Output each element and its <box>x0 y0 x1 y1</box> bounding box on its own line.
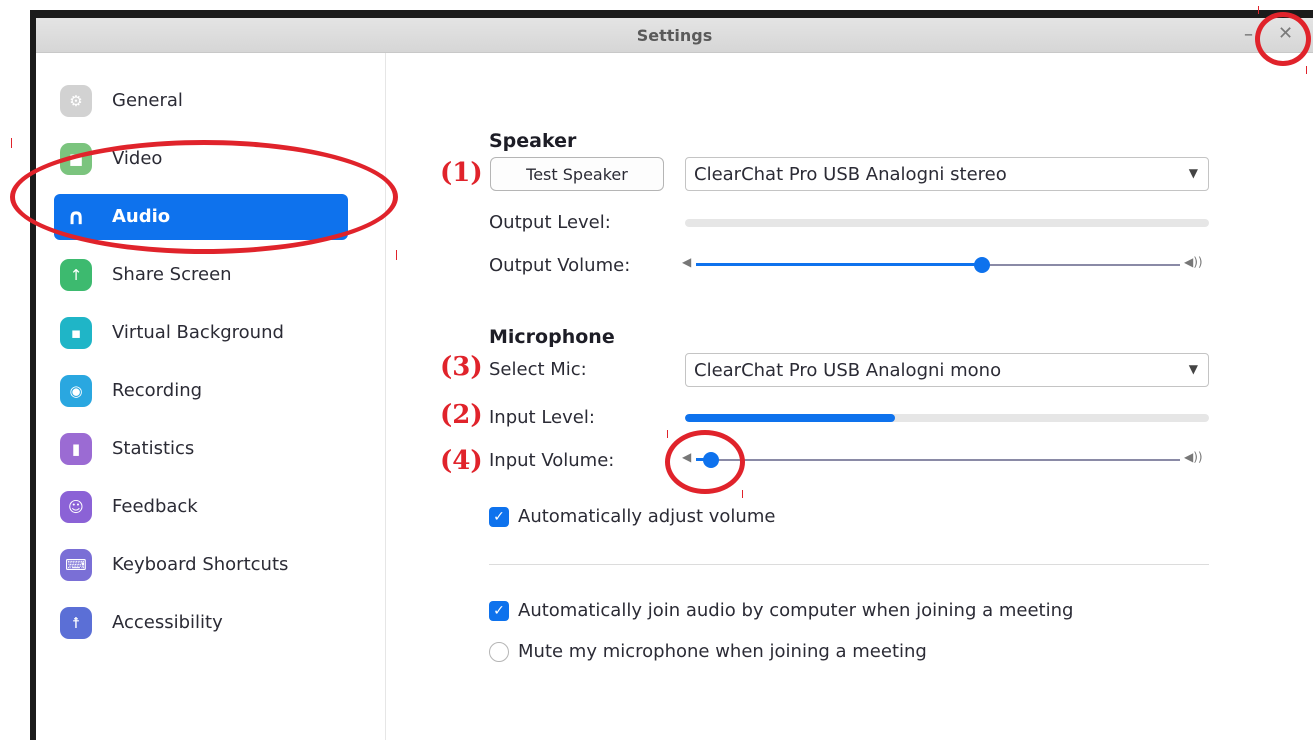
sidebar-item-virtual-background[interactable]: ▪ Virtual Background <box>54 310 348 356</box>
settings-sidebar: ⚙ General ■ Video ∩ Audio ↑ Share Screen… <box>36 53 386 740</box>
window-frame-top <box>30 10 1313 18</box>
annotation-tick <box>396 250 397 260</box>
annotation-label-4: (4) <box>440 446 483 476</box>
output-volume-slider[interactable]: ◀ ◀)) <box>682 255 1206 275</box>
smiley-icon: ☺ <box>60 491 92 523</box>
record-icon: ◉ <box>60 375 92 407</box>
output-level-label: Output Level: <box>489 212 611 233</box>
sidebar-item-keyboard-shortcuts[interactable]: ⌨ Keyboard Shortcuts <box>54 542 348 588</box>
audio-settings-panel: Speaker Test Speaker ClearChat Pro USB A… <box>386 53 1313 740</box>
input-level-label: Input Level: <box>489 407 595 428</box>
unchecked-box-icon <box>489 641 509 662</box>
gear-icon: ⚙ <box>60 85 92 117</box>
checkmark-icon: ✓ <box>489 600 509 621</box>
annotation-label-1: (1) <box>440 158 483 188</box>
title-bar[interactable]: Settings – ✕ <box>36 18 1313 53</box>
checkmark-icon: ✓ <box>489 506 509 527</box>
annotation-label-3: (3) <box>440 352 483 382</box>
sidebar-item-accessibility[interactable]: ☨ Accessibility <box>54 600 348 646</box>
speaker-select-value: ClearChat Pro USB Analogni stereo <box>694 164 1007 185</box>
sidebar-item-audio[interactable]: ∩ Audio <box>54 194 348 240</box>
speaker-select[interactable]: ClearChat Pro USB Analogni stereo ▼ <box>685 157 1209 191</box>
test-speaker-button[interactable]: Test Speaker <box>490 157 664 191</box>
bar-chart-icon: ▮ <box>60 433 92 465</box>
input-volume-label: Input Volume: <box>489 450 615 471</box>
sidebar-item-general[interactable]: ⚙ General <box>54 78 348 124</box>
camera-icon: ■ <box>60 143 92 175</box>
annotation-tick <box>11 138 12 148</box>
mute-on-join-checkbox[interactable]: Mute my microphone when joining a meetin… <box>489 641 927 662</box>
slider-track-fill <box>696 263 982 266</box>
annotation-tick <box>1306 66 1307 74</box>
annotation-tick <box>667 430 668 438</box>
section-divider <box>489 564 1209 565</box>
share-screen-icon: ↑ <box>60 259 92 291</box>
annotation-tick <box>1258 6 1259 14</box>
minimize-button[interactable]: – <box>1244 24 1253 45</box>
volume-high-icon: ◀)) <box>1184 450 1203 464</box>
sidebar-item-label: Video <box>112 148 163 169</box>
sidebar-item-label: Audio <box>112 206 171 227</box>
speaker-heading: Speaker <box>489 130 577 152</box>
input-level-meter <box>685 414 1209 422</box>
window-title: Settings <box>636 26 713 45</box>
sidebar-item-feedback[interactable]: ☺ Feedback <box>54 484 348 530</box>
microphone-heading: Microphone <box>489 326 615 348</box>
auto-adjust-volume-checkbox[interactable]: ✓ Automatically adjust volume <box>489 506 775 527</box>
sidebar-item-label: Recording <box>112 380 203 401</box>
sidebar-item-statistics[interactable]: ▮ Statistics <box>54 426 348 472</box>
microphone-select-value: ClearChat Pro USB Analogni mono <box>694 360 1002 381</box>
sidebar-item-label: Share Screen <box>112 264 232 285</box>
select-mic-label: Select Mic: <box>489 359 587 380</box>
settings-window: Settings – ✕ ⚙ General ■ Video ∩ Audio ↑… <box>36 18 1313 740</box>
sidebar-item-label: Keyboard Shortcuts <box>112 554 289 575</box>
sidebar-item-share-screen[interactable]: ↑ Share Screen <box>54 252 348 298</box>
volume-low-icon: ◀ <box>682 450 692 464</box>
sidebar-item-label: Statistics <box>112 438 195 459</box>
person-icon: ▪ <box>60 317 92 349</box>
keyboard-icon: ⌨ <box>60 549 92 581</box>
annotation-tick <box>742 490 743 498</box>
sidebar-item-label: Feedback <box>112 496 198 517</box>
output-level-meter <box>685 219 1209 227</box>
mute-on-join-label: Mute my microphone when joining a meetin… <box>518 641 927 662</box>
chevron-down-icon: ▼ <box>1188 166 1198 180</box>
slider-thumb[interactable] <box>973 257 990 273</box>
sidebar-item-label: Accessibility <box>112 612 223 633</box>
auto-adjust-volume-label: Automatically adjust volume <box>518 506 776 527</box>
auto-join-audio-label: Automatically join audio by computer whe… <box>518 600 1074 621</box>
sidebar-item-recording[interactable]: ◉ Recording <box>54 368 348 414</box>
input-level-fill <box>685 414 895 422</box>
output-volume-label: Output Volume: <box>489 255 631 276</box>
sidebar-item-label: Virtual Background <box>112 322 284 343</box>
annotation-label-2: (2) <box>440 400 483 430</box>
microphone-select[interactable]: ClearChat Pro USB Analogni mono ▼ <box>685 353 1209 387</box>
volume-high-icon: ◀)) <box>1184 255 1203 269</box>
chevron-down-icon: ▼ <box>1188 362 1198 376</box>
slider-track <box>696 459 1180 461</box>
sidebar-item-video[interactable]: ■ Video <box>54 136 348 182</box>
slider-thumb[interactable] <box>702 452 719 468</box>
accessibility-icon: ☨ <box>60 607 92 639</box>
close-button[interactable]: ✕ <box>1278 23 1293 44</box>
sidebar-item-label: General <box>112 90 183 111</box>
auto-join-audio-checkbox[interactable]: ✓ Automatically join audio by computer w… <box>489 600 1073 621</box>
input-volume-slider[interactable]: ◀ ◀)) <box>682 450 1206 470</box>
headphones-icon: ∩ <box>67 204 85 230</box>
volume-low-icon: ◀ <box>682 255 692 269</box>
